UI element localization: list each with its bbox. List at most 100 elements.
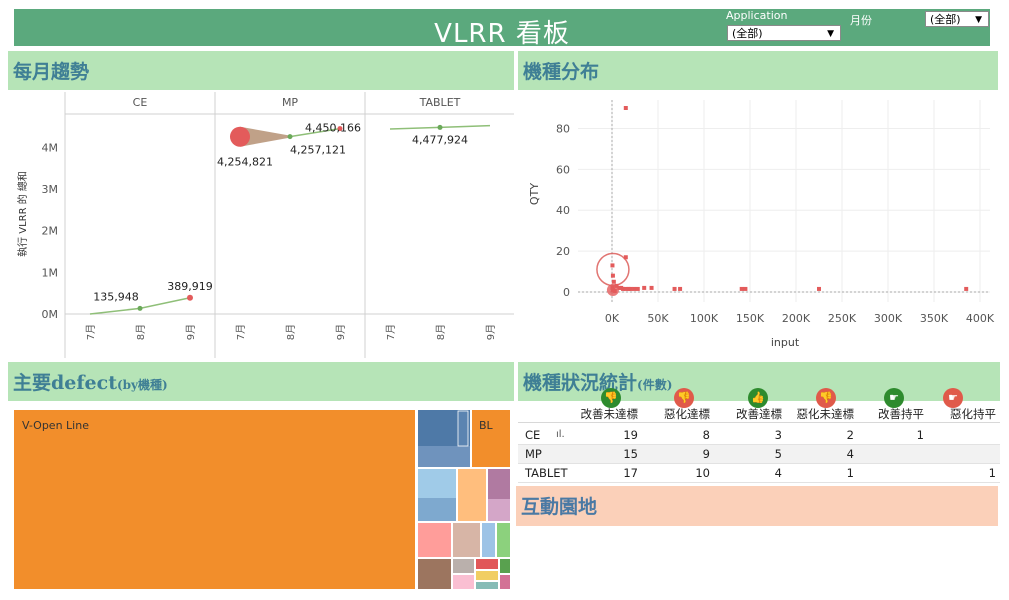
x-tick-label: 7月 — [385, 324, 397, 340]
x-tick-label: 0K — [605, 312, 620, 325]
scatter-point — [635, 286, 640, 291]
scatter-point — [739, 286, 744, 291]
y-tick-label: 0 — [563, 286, 570, 299]
status-column-header: 改善持平 — [878, 407, 924, 421]
status-value: 1 — [846, 466, 854, 480]
x-tick-label: 100K — [690, 312, 719, 325]
interactive-band: 互動園地 — [516, 486, 998, 526]
application-select-value: (全部) — [732, 27, 763, 40]
y-tick-label: 80 — [556, 122, 570, 135]
status-value: 9 — [702, 447, 710, 461]
series-point — [230, 126, 250, 147]
panel-header-ce: CE — [133, 96, 148, 109]
treemap-cell[interactable] — [453, 523, 480, 557]
defect-title-suffix: (by機種) — [116, 378, 168, 392]
month-select[interactable]: (全部) ▼ — [925, 11, 989, 27]
treemap-cell[interactable] — [418, 498, 456, 521]
row-label: CE — [525, 428, 541, 442]
status-value: 19 — [623, 428, 638, 442]
treemap-cell[interactable] — [476, 571, 498, 580]
scatter-point — [628, 286, 633, 291]
interactive-title: 互動園地 — [521, 496, 598, 518]
y-tick-label: 4M — [42, 141, 59, 154]
x-axis-label: input — [771, 336, 800, 349]
treemap-cell[interactable] — [500, 575, 510, 589]
status-value: 15 — [623, 447, 638, 461]
pointing-hand-icon: ☛ — [943, 388, 963, 408]
treemap-cell[interactable] — [482, 523, 495, 557]
data-label: 4,254,821 — [217, 156, 273, 169]
treemap-cell[interactable] — [497, 523, 510, 557]
status-column-header: 惡化持平 — [950, 407, 996, 421]
status-value: 4 — [846, 447, 854, 461]
status-value: 2 — [846, 428, 854, 442]
y-tick-label: 60 — [556, 163, 570, 176]
treemap-cell[interactable] — [488, 499, 510, 521]
dashboard: VLRR 看板 Application (全部) ▼ 月份 (全部) ▼ 每月趨… — [0, 0, 1009, 600]
scatter-point — [632, 286, 637, 291]
x-tick-label: 7月 — [85, 324, 97, 340]
scatter-point — [817, 286, 821, 291]
monthly-trend-chart: 執行 VLRR 的 總和 0M 1M 2M 3M 4M CE 7月 8月 9月 135,948 389… — [16, 92, 514, 358]
data-label: 4,450,166 — [305, 122, 361, 135]
y-tick-label: 2M — [42, 225, 59, 238]
status-value: 8 — [702, 428, 710, 442]
x-tick-label: 8月 — [435, 324, 447, 340]
x-tick-label: 9月 — [335, 324, 347, 340]
x-tick-label: 8月 — [135, 324, 147, 340]
distribution-title: 機種分布 — [523, 61, 600, 83]
x-tick-label: 300K — [874, 312, 903, 325]
treemap-cell[interactable] — [500, 559, 510, 573]
treemap-cell[interactable] — [418, 523, 451, 557]
series-point — [137, 305, 143, 311]
data-label: 389,919 — [167, 280, 213, 293]
treemap-cell[interactable] — [418, 559, 451, 589]
row-label: MP — [525, 447, 542, 461]
treemap-cell-v-open-line[interactable] — [14, 410, 415, 589]
series-point — [287, 134, 293, 140]
treemap-cell[interactable] — [458, 469, 486, 521]
monthly-trend-title: 每月趨勢 — [13, 61, 90, 83]
status-column-header: 惡化未達標 — [796, 407, 855, 421]
y-tick-label: 0M — [42, 308, 59, 321]
defect-treemap: V-Open Line BL — [14, 410, 510, 589]
status-table: 👎 改善未達標 👎 惡化達標 👍 改善達標 👎 惡化未達標 ☛ 改善持平 ☛ 惡化持平 CE ıl. 19 8… — [518, 386, 1000, 483]
defect-title-main: 主要defect — [13, 372, 117, 394]
application-select[interactable]: (全部) ▼ — [727, 25, 841, 41]
thumbs-down-icon: 👎 — [601, 388, 621, 408]
treemap-cell[interactable] — [476, 582, 498, 589]
scatter-point — [964, 286, 969, 291]
y-tick-label: 20 — [556, 245, 570, 258]
treemap-label-v-open-line: V-Open Line — [22, 419, 89, 432]
distribution-band: 機種分布 — [518, 51, 998, 90]
treemap-cell[interactable] — [453, 559, 474, 573]
scatter-point — [611, 279, 616, 284]
status-value: 10 — [695, 466, 710, 480]
status-value: 4 — [774, 466, 782, 480]
x-tick-label: 400K — [966, 312, 995, 325]
bar-chart-icon[interactable]: ıl. — [556, 429, 565, 440]
y-tick-label: 3M — [42, 183, 59, 196]
application-filter-label: Application — [726, 9, 788, 22]
x-tick-label: 9月 — [485, 324, 497, 340]
treemap-cell[interactable] — [418, 446, 470, 467]
dashboard-title: VLRR 看板 — [434, 19, 570, 49]
month-select-value: (全部) — [930, 13, 961, 26]
panel-header-mp: MP — [282, 96, 298, 109]
x-tick-label: 9月 — [185, 324, 197, 340]
x-tick-label: 350K — [920, 312, 949, 325]
x-tick-label: 200K — [782, 312, 811, 325]
status-column-header: 改善未達標 — [580, 407, 639, 421]
data-label: 135,948 — [93, 290, 139, 303]
treemap-cell[interactable] — [457, 410, 469, 447]
treemap-cell[interactable] — [453, 575, 474, 589]
scatter-point — [672, 286, 677, 291]
status-column-header: 改善達標 — [736, 407, 782, 421]
scatter-point — [678, 286, 683, 291]
x-tick-label: 7月 — [235, 324, 247, 340]
scatter-point — [612, 288, 617, 293]
data-label: 4,257,121 — [290, 144, 346, 157]
x-tick-label: 150K — [736, 312, 765, 325]
pointing-hand-icon: ☛ — [884, 388, 904, 408]
treemap-cell[interactable] — [476, 559, 498, 569]
